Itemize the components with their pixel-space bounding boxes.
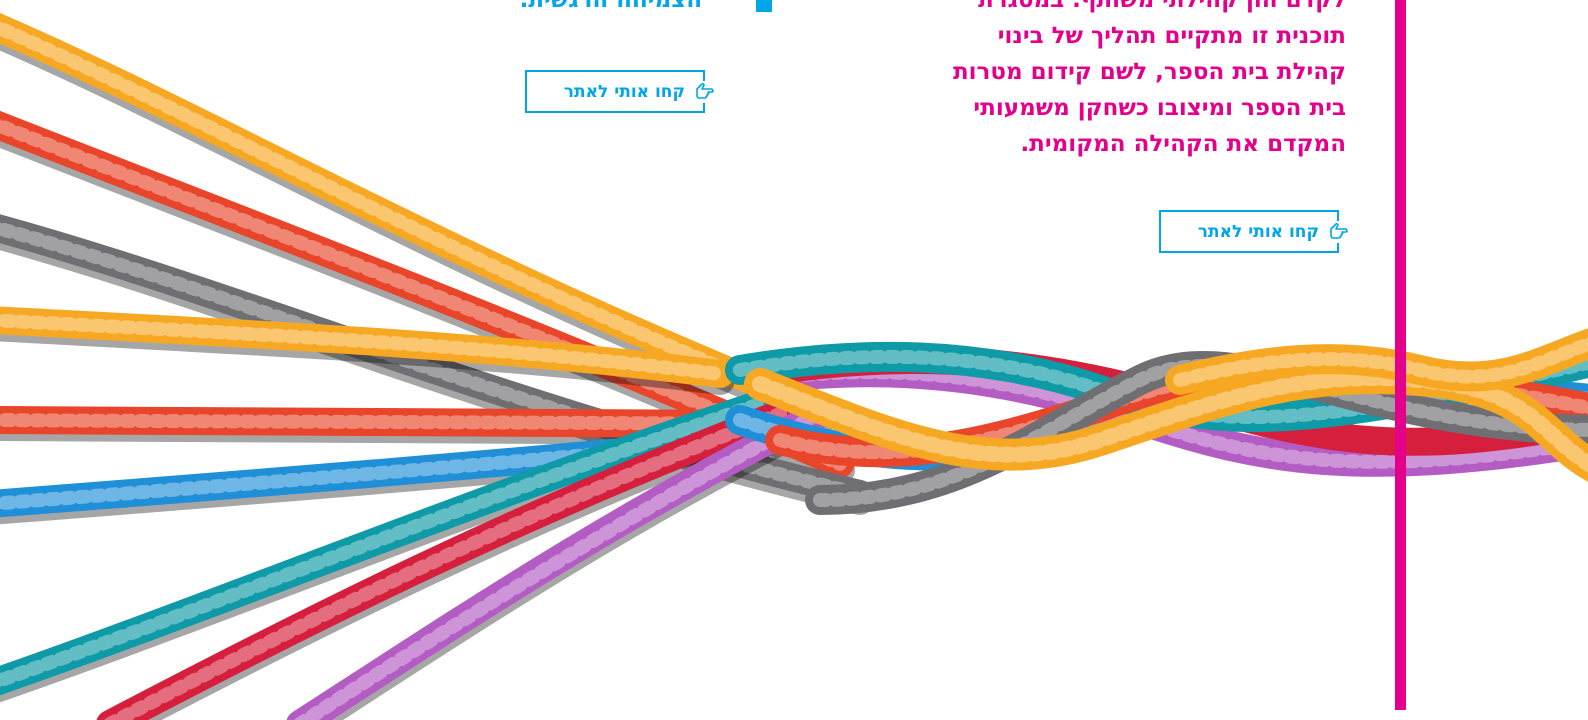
rope-braid: [725, 328, 1588, 515]
accent-vertical-bar: [1395, 0, 1406, 710]
description-paragraph: לקדם הון קהילתי משותף. במסגרת תוכנית זו …: [880, 0, 1346, 162]
mid-paragraph-line: הצמיחה הרגשית.: [519, 0, 702, 13]
paragraph-line: תוכנית זו מתקיים תהליך של בינוי: [997, 23, 1346, 49]
paragraph-line: בית הספר ומיצובו כשחקן משמעותי: [973, 95, 1346, 121]
pointing-hand-icon: [1327, 221, 1349, 243]
take-me-to-site-label: קחו אותי לאתר: [1197, 221, 1319, 242]
mid-text-column: הצמיחה הרגשית.: [470, 0, 702, 18]
pointing-hand-icon: [693, 81, 715, 103]
paragraph-line: לקדם הון קהילתי משותף. במסגרת: [978, 0, 1346, 13]
paragraph-line: המקדם את הקהילה המקומית.: [1020, 131, 1346, 157]
take-me-to-site-button[interactable]: קחו אותי לאתר: [1159, 210, 1349, 253]
cyan-accent-marker: [756, 0, 772, 12]
take-me-to-site-label: קחו אותי לאתר: [563, 81, 685, 102]
paragraph-line: קהילת בית הספר, לשם קידום מטרות: [952, 59, 1346, 85]
take-me-to-site-button[interactable]: קחו אותי לאתר: [525, 70, 715, 113]
right-text-column: לקדם הון קהילתי משותף. במסגרת תוכנית זו …: [880, 0, 1346, 162]
page: לקדם הון קהילתי משותף. במסגרת תוכנית זו …: [0, 0, 1588, 720]
braided-ropes-image: [0, 13, 1588, 720]
